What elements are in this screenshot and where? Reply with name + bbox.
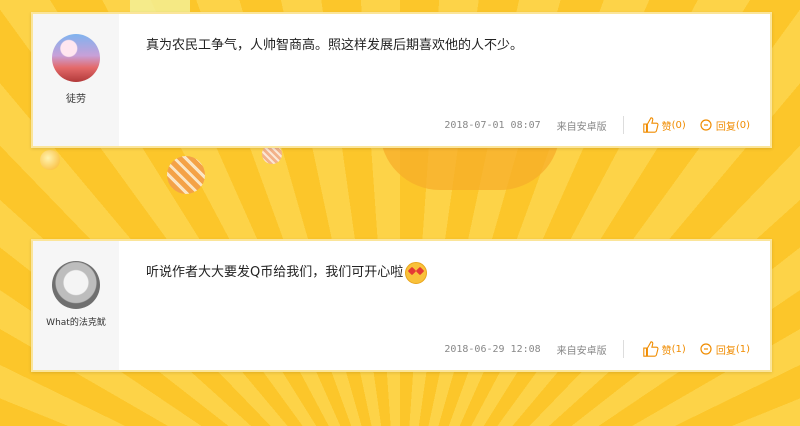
- username[interactable]: What的法克鱿: [33, 315, 119, 328]
- reply-icon: [700, 119, 712, 131]
- heart-eyes-emoji: [405, 261, 428, 284]
- divider: [622, 116, 624, 134]
- background-bubble: [40, 150, 60, 170]
- comment-author-panel: What的法克鱿: [33, 241, 119, 370]
- comment-card: 徒劳 真为农民工争气，人帅智商高。照这样发展后期喜欢他的人不少。 2018-07…: [31, 12, 772, 148]
- like-button[interactable]: 赞 (0): [642, 116, 686, 134]
- avatar[interactable]: [52, 261, 100, 309]
- comment-card: What的法克鱿 听说作者大大要发Q币给我们，我们可开心啦 2018-06-29…: [31, 239, 772, 372]
- comment-text-wrapper: 听说作者大大要发Q币给我们，我们可开心啦: [146, 261, 428, 284]
- like-label: 赞: [661, 345, 672, 357]
- comment-meta: 2018-07-01 08:07 来自安卓版 赞 (0) 回复 (0): [444, 116, 750, 134]
- comment-source: 来自安卓版: [556, 345, 607, 357]
- reply-count: (0): [735, 119, 750, 131]
- avatar[interactable]: [52, 34, 100, 82]
- username[interactable]: 徒劳: [33, 90, 119, 105]
- comment-text: 听说作者大大要发Q币给我们，我们可开心啦: [146, 265, 404, 280]
- reply-icon: [700, 343, 712, 355]
- comment-author-panel: 徒劳: [33, 14, 119, 146]
- reply-label: 回复: [715, 121, 736, 133]
- background-striped-ball: [167, 156, 205, 194]
- reply-label: 回复: [715, 345, 736, 357]
- comment-source: 来自安卓版: [556, 121, 607, 133]
- comment-timestamp: 2018-07-01 08:07: [444, 119, 541, 131]
- reply-button[interactable]: 回复 (0): [700, 118, 750, 133]
- divider: [622, 340, 624, 358]
- like-label: 赞: [661, 121, 672, 133]
- like-count: (0): [671, 119, 686, 131]
- like-button[interactable]: 赞 (1): [642, 340, 686, 358]
- like-count: (1): [671, 343, 686, 355]
- reply-button[interactable]: 回复 (1): [700, 342, 750, 357]
- comment-text: 真为农民工争气，人帅智商高。照这样发展后期喜欢他的人不少。: [146, 38, 524, 53]
- thumbs-up-icon: [642, 117, 659, 133]
- thumbs-up-icon: [642, 341, 659, 357]
- comment-meta: 2018-06-29 12:08 来自安卓版 赞 (1) 回复 (1): [444, 340, 750, 358]
- comment-timestamp: 2018-06-29 12:08: [444, 343, 541, 355]
- reply-count: (1): [735, 343, 750, 355]
